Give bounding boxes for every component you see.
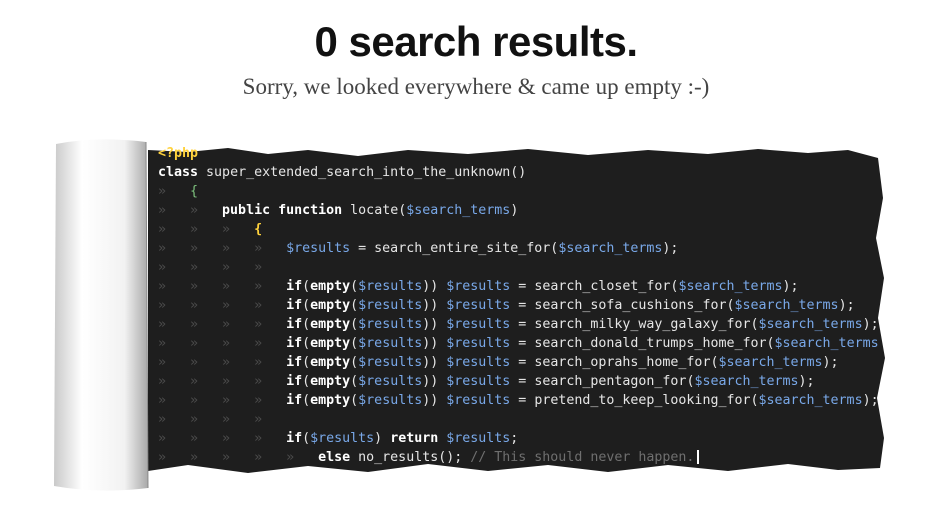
results-var: $results [446, 336, 511, 351]
if-keyword: if [286, 279, 303, 294]
if-keyword: if [286, 374, 303, 389]
code-block: <?php class super_extended_search_into_t… [158, 146, 879, 465]
results-var: $results [358, 374, 423, 389]
search-func: search_pentagon_for [534, 374, 687, 389]
function-name: locate [350, 203, 399, 218]
results-var: $results [286, 241, 351, 256]
if-keyword: if [286, 298, 303, 313]
empty-keyword: empty [310, 393, 351, 408]
return-keyword: return [390, 431, 439, 446]
search-terms-arg: $search_terms [758, 393, 863, 408]
if-keyword: if [286, 431, 303, 446]
search-terms-arg: $search_terms [734, 298, 839, 313]
results-var: $results [446, 431, 511, 446]
if-keyword: if [286, 355, 303, 370]
if-keyword: if [286, 393, 303, 408]
line-end: ); [838, 298, 855, 313]
search-func: search_sofa_cushions_for [534, 298, 727, 313]
search-terms-arg: $search_terms [718, 355, 823, 370]
search-entire-site-func: search_entire_site_for [374, 241, 551, 256]
code-line: » » » » if(empty($results)) $results = s… [158, 298, 855, 313]
search-func: search_oprahs_home_for [534, 355, 711, 370]
line-end: ); [782, 279, 799, 294]
class-paren: () [510, 165, 527, 180]
line-end: ); [862, 393, 879, 408]
code-line: » » » » if(empty($results)) $results = s… [158, 355, 839, 370]
search-terms-arg: $search_terms [694, 374, 799, 389]
php-open-tag: <?php [158, 146, 199, 161]
search-terms-arg: $search_terms [758, 317, 863, 332]
code-line: » » » » if(empty($results)) $results = p… [158, 393, 879, 408]
line-end: ); [798, 374, 815, 389]
search-func: pretend_to_keep_looking_for [534, 393, 751, 408]
code-line: » » » » if(empty($results)) $results = s… [158, 317, 879, 332]
search-terms-arg: $search_terms [678, 279, 783, 294]
class-open-brace: { [190, 184, 199, 199]
page-subtitle: Sorry, we looked everywhere & came up em… [242, 74, 710, 99]
results-var: $results [358, 336, 423, 351]
results-var: $results [446, 355, 511, 370]
class-keyword: class [158, 165, 199, 180]
code-line: » » » » if(empty($results)) $results = s… [158, 279, 799, 294]
results-var: $results [446, 393, 511, 408]
empty-keyword: empty [310, 374, 351, 389]
text-cursor [697, 450, 700, 464]
results-var: $results [358, 393, 423, 408]
results-var: $results [310, 431, 375, 446]
results-var: $results [358, 317, 423, 332]
code-line: » » » » if(empty($results)) $results = s… [158, 336, 879, 351]
empty-keyword: empty [310, 355, 351, 370]
results-var: $results [446, 279, 511, 294]
empty-keyword: empty [310, 317, 351, 332]
search-terms-arg: $search_terms [558, 241, 663, 256]
if-keyword: if [286, 317, 303, 332]
page-title: 0 search results. [314, 18, 638, 65]
empty-keyword: empty [310, 279, 351, 294]
line-end: ); [822, 355, 839, 370]
results-var: $results [446, 374, 511, 389]
code-line: » » » » if(empty($results)) $results = s… [158, 374, 815, 389]
if-keyword: if [286, 336, 303, 351]
line-end: ); [862, 317, 879, 332]
results-var: $results [446, 317, 511, 332]
results-var: $results [358, 355, 423, 370]
class-name: super_extended_search_into_the_unknown [206, 165, 511, 180]
results-var: $results [358, 279, 423, 294]
code-comment: // This should never happen. [470, 450, 695, 465]
search-terms-arg: $search_terms [774, 336, 879, 351]
function-param: $search_terms [406, 203, 511, 218]
empty-keyword: empty [310, 298, 351, 313]
function-keyword: function [278, 203, 343, 218]
no-results-func: no_results [358, 450, 439, 465]
else-keyword: else [318, 450, 351, 465]
search-func: search_donald_trumps_home_for [534, 336, 767, 351]
results-var: $results [358, 298, 423, 313]
function-open-brace: { [254, 222, 263, 237]
results-var: $results [446, 298, 511, 313]
empty-keyword: empty [310, 336, 351, 351]
paper-curl [54, 139, 149, 491]
search-func: search_milky_way_galaxy_for [534, 317, 751, 332]
search-func: search_closet_for [534, 279, 671, 294]
torn-code-panel: <?php class super_extended_search_into_t… [148, 138, 888, 476]
public-keyword: public [222, 203, 271, 218]
